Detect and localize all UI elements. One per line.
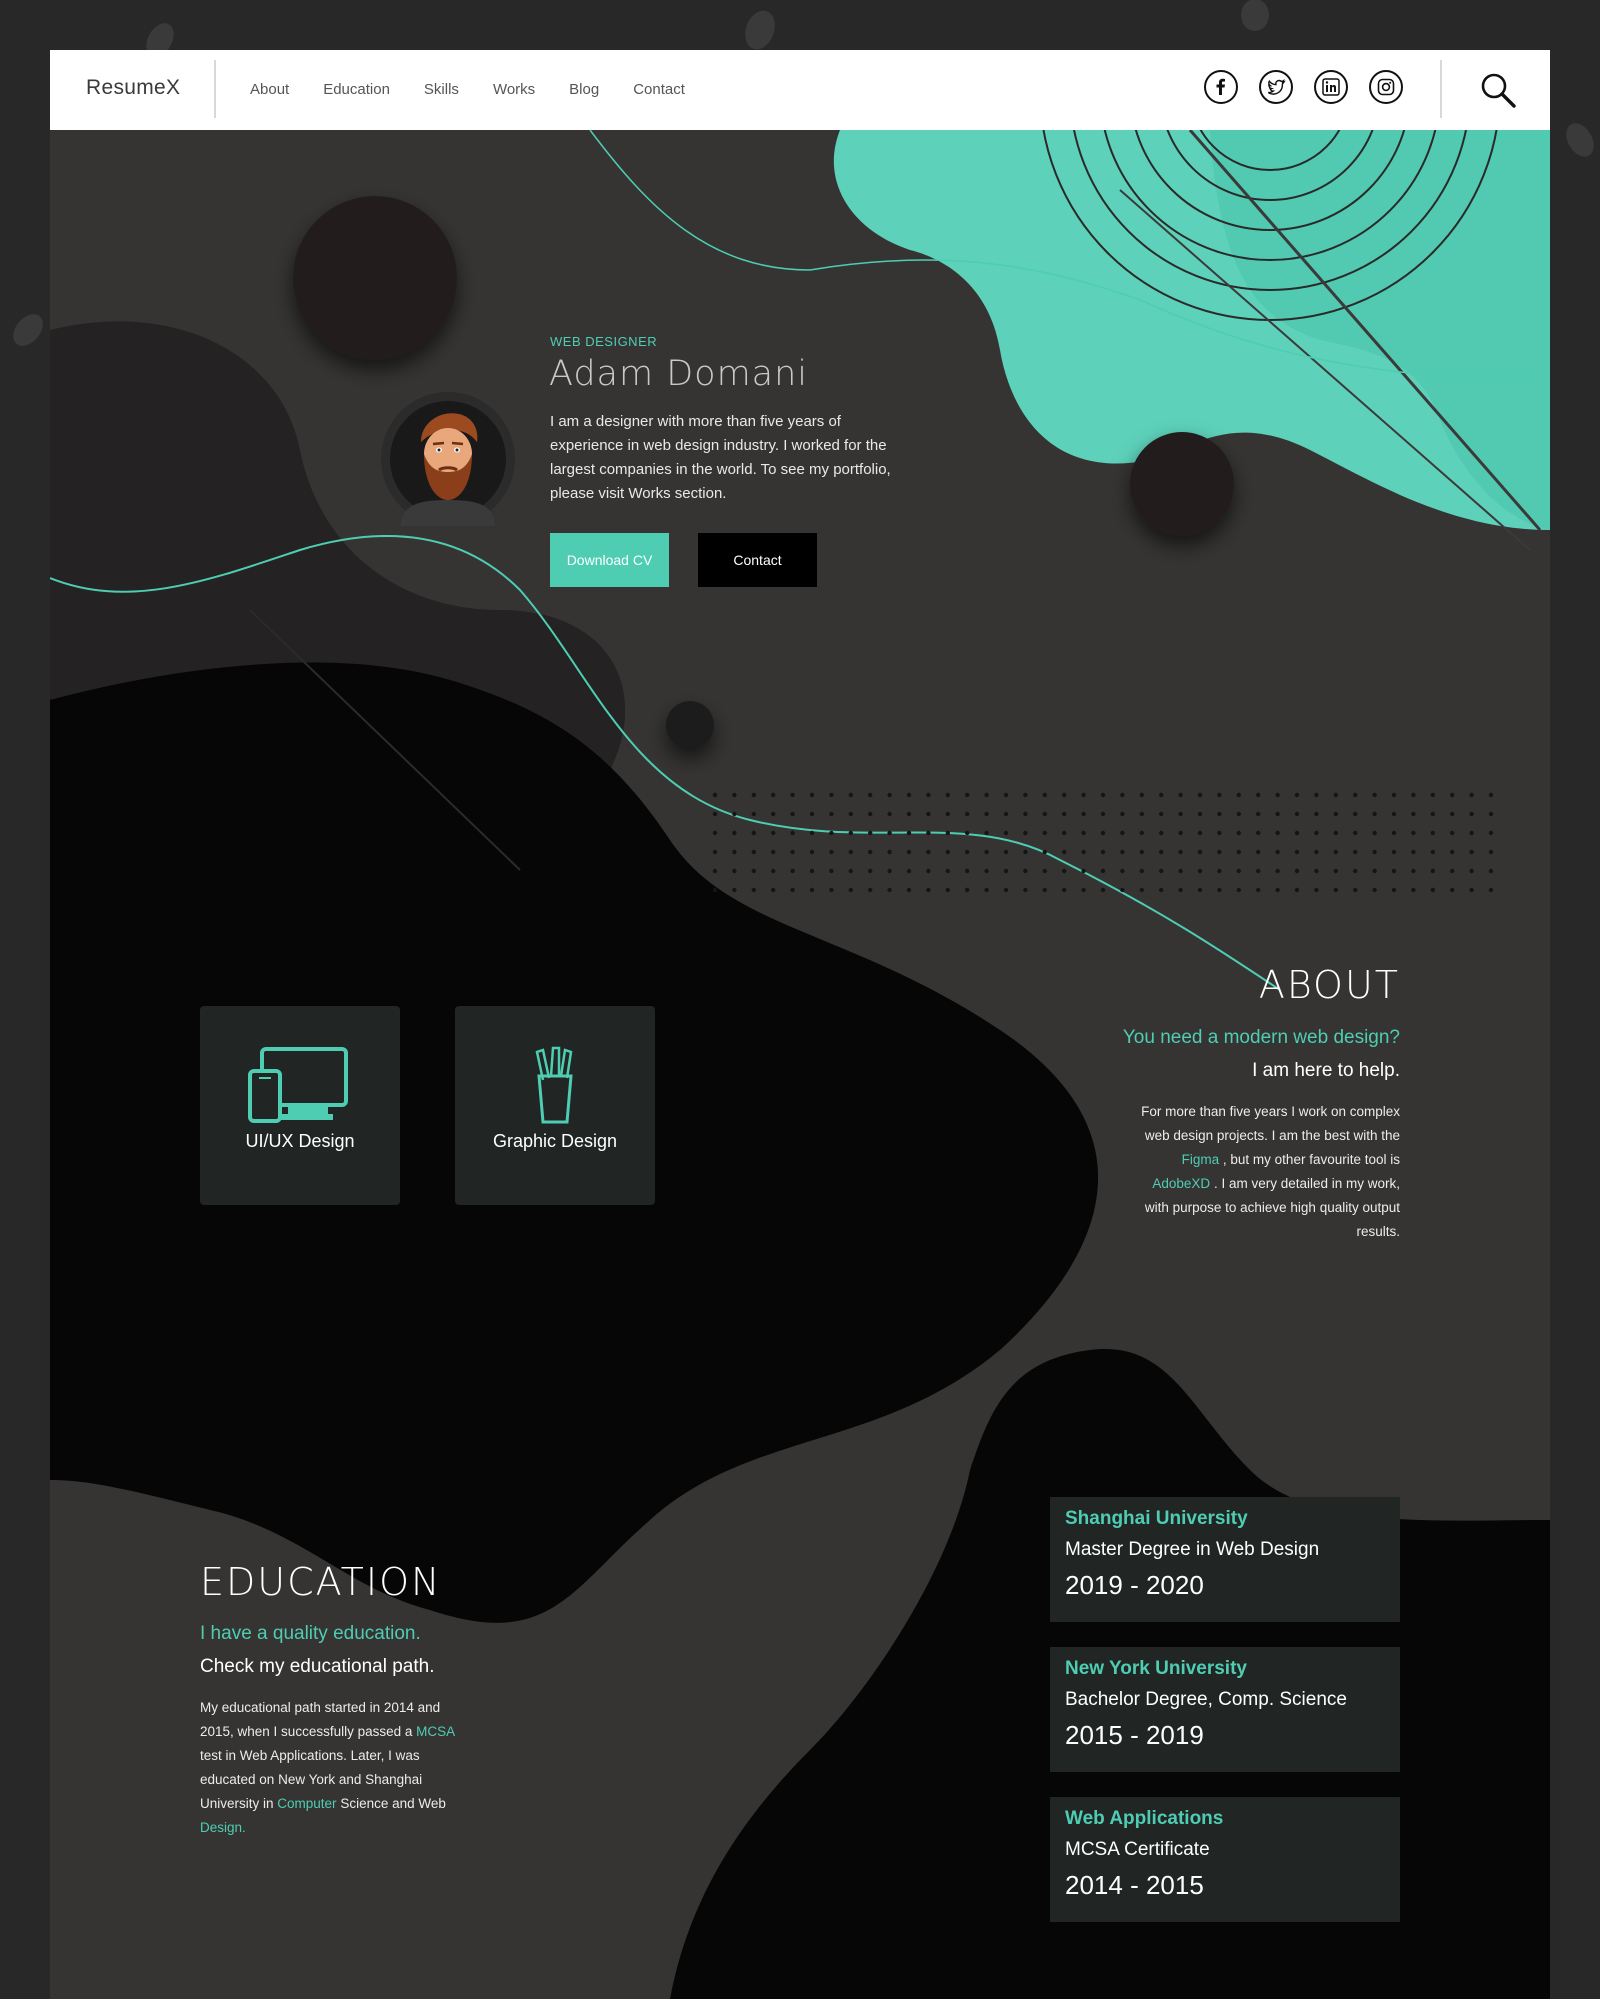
years: 2019 - 2020 <box>1065 1570 1204 1600</box>
education-subtitle: I have a quality education. <box>200 1623 421 1644</box>
facebook-icon[interactable] <box>1204 70 1238 104</box>
about-title: ABOUT <box>1258 963 1400 1007</box>
download-cv-button[interactable]: Download CV <box>550 533 669 587</box>
divider <box>214 60 216 118</box>
dot-grid <box>712 792 1494 893</box>
degree: Master Degree in Web Design <box>1065 1539 1320 1560</box>
nav-skills[interactable]: Skills <box>424 81 459 98</box>
education-subtitle-2: Check my educational path. <box>200 1656 435 1677</box>
education-text-part: Science and Web <box>336 1796 446 1811</box>
education-text-part: My educational path started in 2014 and … <box>200 1700 441 1739</box>
years: 2015 - 2019 <box>1065 1720 1204 1750</box>
nav-about[interactable]: About <box>250 81 289 98</box>
institution: Shanghai University <box>1065 1508 1248 1529</box>
about-text: For more than five years I work on compl… <box>1130 1100 1400 1244</box>
about-subtitle-2: I am here to help. <box>1252 1060 1400 1081</box>
page-frame: ResumeX About Education Skills Works Blo… <box>50 50 1550 1999</box>
institution: New York University <box>1065 1658 1247 1679</box>
nav-blog[interactable]: Blog <box>569 81 599 98</box>
devices-icon <box>248 1047 348 1123</box>
about-text-part: For more than five years I work on compl… <box>1141 1104 1400 1143</box>
top-navbar: ResumeX About Education Skills Works Blo… <box>50 50 1550 130</box>
pencil-cup-icon <box>535 1046 573 1124</box>
service-card-label: UI/UX Design <box>245 1131 355 1151</box>
degree: MCSA Certificate <box>1065 1839 1210 1860</box>
twitter-icon[interactable] <box>1259 70 1293 104</box>
contact-button[interactable]: Contact <box>698 533 817 587</box>
education-text: My educational path started in 2014 and … <box>200 1696 460 1840</box>
service-card-label: Graphic Design <box>492 1131 618 1151</box>
mcsa-link[interactable]: MCSA <box>416 1724 454 1739</box>
service-card-graphic[interactable]: Graphic Design <box>455 1006 655 1205</box>
computer-link[interactable]: Computer <box>277 1796 336 1811</box>
hero-name: Adam Domani <box>549 354 809 394</box>
social-links <box>1204 70 1424 104</box>
design-link[interactable]: Design. <box>200 1820 246 1835</box>
degree: Bachelor Degree, Comp. Science <box>1065 1689 1347 1710</box>
institution: Web Applications <box>1065 1808 1224 1829</box>
linkedin-icon[interactable] <box>1314 70 1348 104</box>
logo[interactable]: ResumeX <box>86 76 180 100</box>
divider <box>1440 60 1442 118</box>
education-card[interactable]: Web Applications MCSA Certificate 2014 -… <box>1050 1797 1400 1922</box>
figma-link[interactable]: Figma <box>1182 1152 1220 1167</box>
instagram-icon[interactable] <box>1369 70 1403 104</box>
avatar <box>381 392 515 526</box>
adobexd-link[interactable]: AdobeXD <box>1152 1176 1210 1191</box>
search-icon[interactable] <box>1478 70 1518 110</box>
education-card[interactable]: Shanghai University Master Degree in Web… <box>1050 1497 1400 1622</box>
nav-works[interactable]: Works <box>493 81 535 98</box>
education-card[interactable]: New York University Bachelor Degree, Com… <box>1050 1647 1400 1772</box>
service-card-uiux[interactable]: UI/UX Design <box>200 1006 400 1205</box>
about-text-part: , but my other favourite tool is <box>1219 1152 1400 1167</box>
hero-role: WEB DESIGNER <box>550 334 658 349</box>
nav-education[interactable]: Education <box>323 81 390 98</box>
outer-decor-left <box>13 314 43 346</box>
hero-bio: I am a designer with more than five year… <box>550 413 891 502</box>
education-title: EDUCATION <box>200 1560 442 1604</box>
years: 2014 - 2015 <box>1065 1870 1204 1900</box>
about-subtitle: You need a modern web design? <box>1122 1027 1400 1048</box>
nav-contact[interactable]: Contact <box>633 81 685 98</box>
main-nav: About Education Skills Works Blog Contac… <box>250 81 719 98</box>
outer-decor-right <box>1566 123 1594 157</box>
